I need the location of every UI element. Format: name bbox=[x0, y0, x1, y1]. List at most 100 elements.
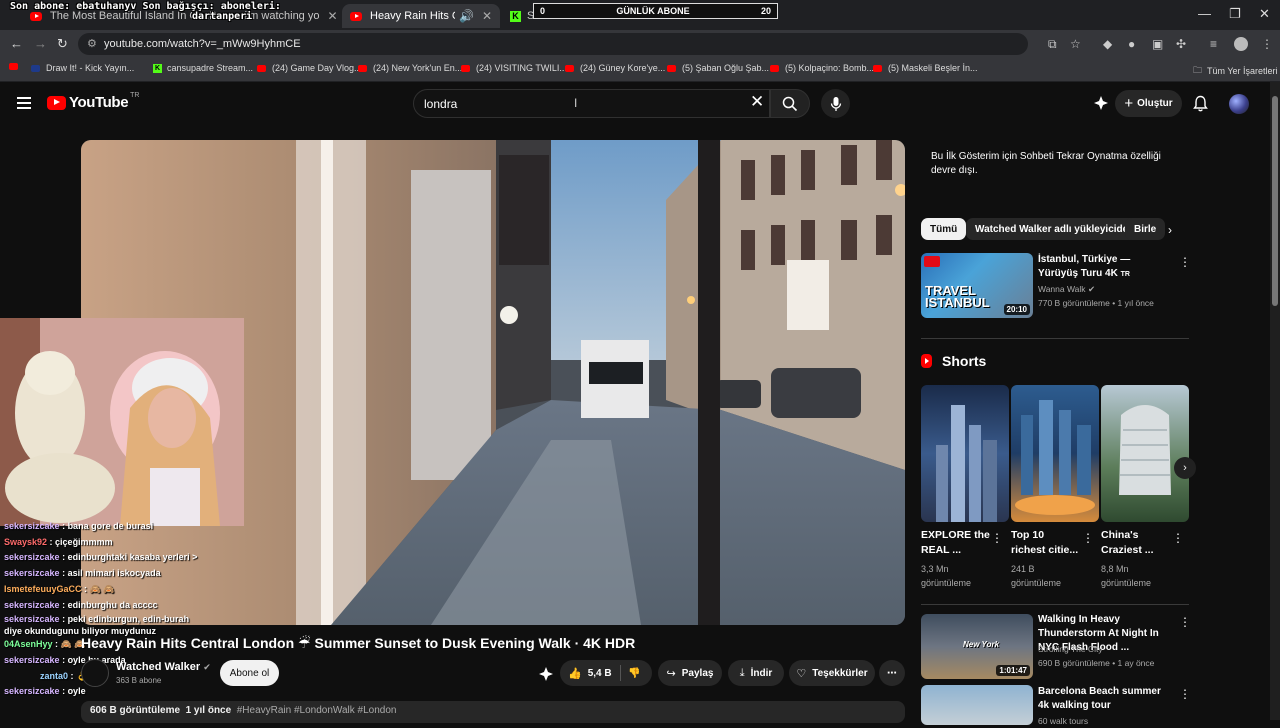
install-app-icon[interactable]: ⧉ bbox=[1048, 37, 1057, 52]
thumbs-up-icon[interactable]: 👍 bbox=[568, 667, 582, 680]
bookmark-item[interactable]: Draw It! - Kick Yayın... bbox=[31, 63, 134, 73]
media-control-icon[interactable]: ≡ bbox=[1210, 37, 1217, 51]
bookmark-item[interactable]: (5) Şaban Oğlu Şab... bbox=[667, 63, 769, 73]
close-window-icon[interactable]: ✕ bbox=[1259, 6, 1270, 22]
create-button[interactable]: + Oluştur bbox=[1115, 90, 1182, 117]
more-vertical-icon[interactable]: ⋮ bbox=[1179, 687, 1191, 701]
speaker-icon[interactable]: 🔊 bbox=[459, 9, 474, 23]
thanks-button[interactable]: ♡ Teşekkürler bbox=[789, 660, 875, 686]
thanks-icon: ♡ bbox=[796, 667, 807, 680]
webcam-image bbox=[0, 318, 244, 526]
extension-icon[interactable]: ● bbox=[1128, 37, 1135, 51]
bell-icon[interactable] bbox=[1193, 95, 1208, 112]
microphone-icon bbox=[830, 96, 841, 111]
chevron-right-icon[interactable]: › bbox=[1174, 457, 1196, 479]
maximize-icon[interactable]: ❐ bbox=[1229, 6, 1241, 22]
search-button[interactable] bbox=[770, 89, 810, 118]
forward-arrow-icon[interactable]: → bbox=[34, 36, 47, 51]
chip-all[interactable]: Tümü bbox=[921, 218, 967, 240]
chevron-right-icon[interactable]: › bbox=[1168, 223, 1172, 237]
thumbnail-text: TRAVEL ISTANBUL bbox=[925, 283, 990, 310]
close-icon[interactable]: ✕ bbox=[482, 9, 492, 23]
more-actions-button[interactable]: ⋯ bbox=[879, 660, 905, 686]
profile-avatar[interactable] bbox=[1234, 37, 1248, 51]
recommended-title[interactable]: Barcelona Beach summer 4k walking tour bbox=[1038, 685, 1168, 713]
bookmark-item[interactable]: (5) Kolpaçino: Bomb... bbox=[770, 63, 874, 73]
short-views: 3,3 Mn görüntüleme bbox=[921, 564, 972, 588]
youtube-logo[interactable]: YouTube TR bbox=[47, 92, 139, 111]
more-vertical-icon[interactable]: ⋮ bbox=[991, 531, 1003, 545]
thumbs-down-icon[interactable]: 👎 bbox=[628, 668, 640, 679]
more-menu-icon[interactable]: ⋮ bbox=[1261, 37, 1273, 51]
bookmark-item[interactable]: (24) New York'un En... bbox=[358, 63, 462, 73]
recommended-title[interactable]: İstanbul, Türkiye — Yürüyüş Turu 4K TR bbox=[1038, 253, 1168, 282]
building-image bbox=[1119, 405, 1171, 495]
hamburger-menu-icon[interactable] bbox=[17, 97, 31, 109]
channel-avatar[interactable] bbox=[81, 659, 109, 687]
clear-search-icon[interactable]: ✕ bbox=[750, 92, 764, 112]
address-bar[interactable]: ⚙ youtube.com/watch?v=_mWw9HyhmCE bbox=[78, 33, 1028, 55]
minimize-icon[interactable]: — bbox=[1198, 6, 1211, 21]
bookmark-item[interactable]: (24) Game Day Vlog... bbox=[257, 63, 362, 73]
scroll-thumb[interactable] bbox=[1272, 96, 1278, 306]
short-title[interactable]: Top 10 richest citie... bbox=[1011, 528, 1081, 558]
channel-name[interactable]: Watched Walker ✔ bbox=[116, 661, 211, 673]
back-arrow-icon[interactable]: ← bbox=[10, 36, 23, 51]
more-vertical-icon[interactable]: ⋮ bbox=[1172, 531, 1184, 545]
bookmark-star-icon[interactable]: ☆ bbox=[1070, 37, 1081, 51]
short-title[interactable]: China's Craziest ... bbox=[1101, 528, 1171, 558]
recommended-channel[interactable]: Wanna Walk ✔ bbox=[1038, 283, 1095, 296]
close-icon[interactable]: ✕ bbox=[327, 9, 337, 23]
more-vertical-icon[interactable]: ⋮ bbox=[1179, 615, 1191, 629]
short-thumbnail[interactable] bbox=[921, 385, 1009, 522]
short-title[interactable]: EXPLORE the REAL ... bbox=[921, 528, 991, 558]
reload-icon[interactable]: ↻ bbox=[57, 36, 68, 52]
tab-heavy-rain[interactable]: Heavy Rain Hits Central Lon 🔊 ✕ bbox=[342, 4, 500, 28]
chat-message: sekersizcake : edinburghtaki kasaba yerl… bbox=[4, 552, 198, 563]
extension-icon[interactable]: ◆ bbox=[1103, 37, 1112, 51]
all-bookmarks[interactable]: 🗀 Tüm Yer İşaretleri bbox=[1193, 63, 1278, 79]
download-icon: ⤓ bbox=[739, 666, 745, 679]
more-vertical-icon[interactable]: ⋮ bbox=[1082, 531, 1094, 545]
recommended-thumbnail[interactable] bbox=[921, 685, 1033, 725]
browser-tab-bar: The Most Beautiful Island In On ...Rosa … bbox=[0, 0, 1280, 30]
voice-search-button[interactable] bbox=[821, 89, 850, 118]
youtube-favicon-icon bbox=[461, 64, 470, 72]
short-views: 8,8 Mn görüntüleme bbox=[1101, 564, 1152, 588]
bookmark-item[interactable]: Kcansupadre Stream... bbox=[153, 63, 253, 73]
share-button[interactable]: ↪ Paylaş bbox=[658, 660, 722, 686]
sparkle-icon[interactable] bbox=[538, 666, 554, 682]
bookmark-item[interactable]: (24) Güney Kore'ye... bbox=[565, 63, 665, 73]
download-button[interactable]: ⤓ İndir bbox=[728, 660, 784, 686]
subscribe-button[interactable]: Abone ol bbox=[220, 660, 279, 686]
chip-from-uploader[interactable]: Watched Walker adlı yükleyiciden bbox=[966, 218, 1144, 240]
browser-toolbar: ← → ↻ ⚙ youtube.com/watch?v=_mWw9HyhmCE … bbox=[0, 30, 1280, 58]
short-thumbnail[interactable] bbox=[1011, 385, 1099, 522]
bookmark-item[interactable]: (5) Maskeli Beşler İn... bbox=[873, 63, 978, 73]
sparkle-icon[interactable] bbox=[1093, 95, 1109, 111]
bookmark-item[interactable]: (24) VISITING TWILI... bbox=[461, 63, 567, 73]
search-input[interactable]: londra I bbox=[413, 89, 770, 118]
page-scrollbar[interactable] bbox=[1270, 82, 1280, 720]
streamer-webcam bbox=[0, 318, 244, 526]
bookmark-item[interactable] bbox=[9, 63, 24, 70]
recommended-channel[interactable]: Strolling The City bbox=[1038, 643, 1103, 656]
stream-overlay-text: Son abone: ebatuhanyv Son bağışçı: abone… bbox=[10, 1, 281, 22]
extensions-puzzle-icon[interactable]: ✣ bbox=[1176, 37, 1186, 51]
chip-related[interactable]: Birle bbox=[1125, 218, 1166, 240]
shorts-header: Shorts bbox=[921, 353, 986, 369]
more-vertical-icon[interactable]: ⋮ bbox=[1179, 255, 1191, 269]
recommended-meta: 770 B görüntüleme • 1 yıl önce bbox=[1038, 298, 1154, 308]
short-thumbnail[interactable] bbox=[1101, 385, 1189, 522]
site-info-icon[interactable]: ⚙ bbox=[87, 37, 97, 50]
extension-icon[interactable]: ▣ bbox=[1152, 37, 1163, 51]
avatar[interactable] bbox=[1229, 94, 1249, 114]
recommended-channel[interactable]: 60 walk tours bbox=[1038, 715, 1088, 728]
recommended-thumbnail[interactable]: TRAVEL ISTANBUL 20:10 bbox=[921, 253, 1033, 318]
search-icon bbox=[782, 96, 798, 111]
short-views: 241 B görüntüleme bbox=[1011, 564, 1062, 588]
chat-message: Swaysk92 : çiçeğimmmm bbox=[4, 536, 113, 547]
youtube-favicon-icon bbox=[9, 63, 18, 70]
youtube-favicon-icon bbox=[358, 64, 367, 72]
recommended-thumbnail[interactable]: New York 1:01:47 bbox=[921, 614, 1033, 679]
